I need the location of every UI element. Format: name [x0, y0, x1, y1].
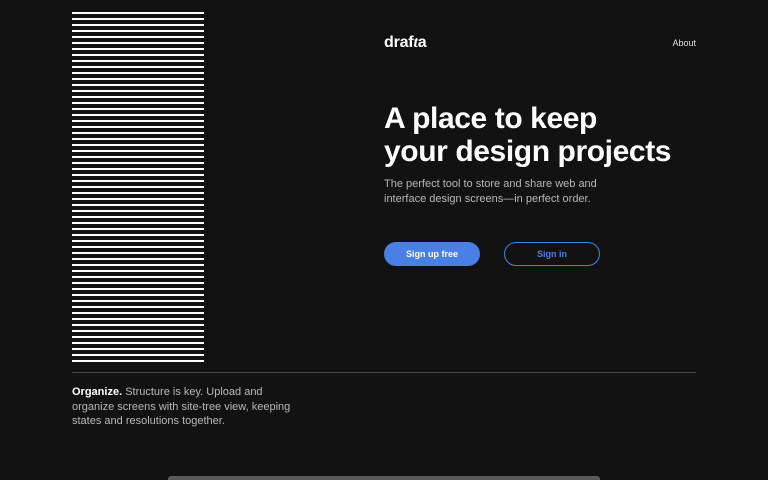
- app-preview-window: [168, 476, 600, 480]
- feature-title: Organize.: [72, 386, 123, 398]
- striped-decoration: [72, 12, 204, 366]
- hero-subheading: The perfect tool to store and share web …: [384, 178, 597, 205]
- nav-about-link[interactable]: About: [672, 38, 696, 48]
- landing-page: drafta About A place to keep your design…: [0, 0, 768, 480]
- feature-organize: Organize. Structure is key. Upload and o…: [72, 385, 292, 429]
- hero-headline-line1: A place to keep: [384, 102, 597, 135]
- hero-headline-line2: your design projects: [384, 135, 672, 168]
- drafta-logo[interactable]: drafta: [384, 34, 427, 52]
- sign-in-button[interactable]: Sign in: [504, 242, 600, 266]
- logo-text-prefix: draf: [384, 34, 414, 51]
- hero-headline: A place to keep your design projects: [384, 102, 704, 168]
- sign-up-free-button[interactable]: Sign up free: [384, 242, 480, 266]
- logo-text-suffix: a: [417, 34, 427, 51]
- section-divider: [72, 372, 696, 373]
